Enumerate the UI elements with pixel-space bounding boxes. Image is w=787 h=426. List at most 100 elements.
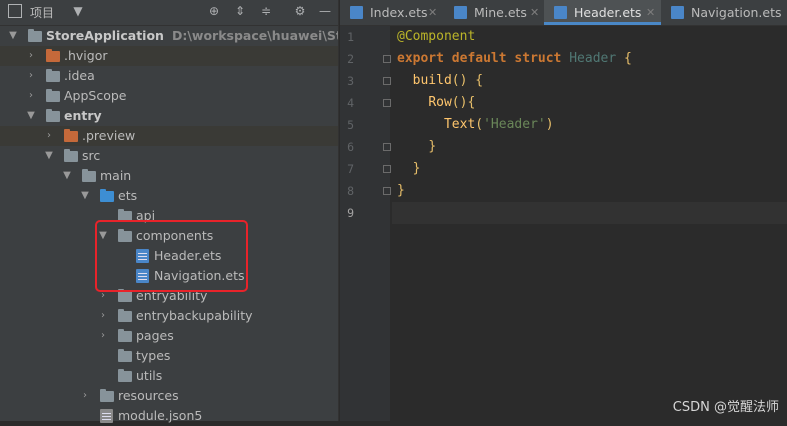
close-icon[interactable]: ✕ (428, 0, 437, 25)
tree-item-storeapplication[interactable]: ▼ StoreApplication D:\workspace\huawei\St… (0, 26, 338, 46)
tree-item-ets[interactable]: ▼ ets (0, 186, 338, 206)
ets-file-icon (554, 6, 567, 19)
tab-index-ets[interactable]: Index.ets ✕ (340, 0, 444, 25)
current-line-highlight (392, 202, 787, 224)
project-view-icon[interactable] (8, 4, 22, 18)
line-number: 5 (347, 118, 354, 132)
tree-item-hvigor[interactable]: › .hvigor (0, 46, 338, 66)
tab-label: Navigation.ets (691, 5, 782, 20)
tree-item-label: utils (136, 368, 163, 383)
folder-icon (118, 369, 132, 382)
fold-marker-icon[interactable] (383, 143, 391, 151)
tree-item-label: resources (118, 388, 179, 403)
line-number: 6 (347, 140, 354, 154)
tree-item-utils[interactable]: utils (0, 366, 338, 386)
tree-item-main[interactable]: ▼ main (0, 166, 338, 186)
locate-icon[interactable]: ⊕ (206, 3, 222, 19)
fold-marker-icon[interactable] (383, 55, 391, 63)
tree-item-idea[interactable]: › .idea (0, 66, 338, 86)
folder-icon (118, 309, 132, 322)
tab-label: Header.ets (574, 5, 642, 20)
chevron-right-icon[interactable]: › (44, 126, 54, 146)
tree-item-label: ets (118, 188, 138, 203)
tree-item-label: module.json5 (118, 408, 203, 423)
tree-item-label: .idea (64, 68, 95, 83)
close-icon[interactable]: ✕ (530, 0, 539, 25)
expand-all-icon[interactable]: ⇕ (232, 3, 248, 19)
tree-item-label: types (136, 348, 171, 363)
code-line-6: } (397, 136, 436, 158)
collapse-all-icon[interactable]: ≑ (258, 3, 274, 19)
chevron-down-icon[interactable]: ▼ (44, 146, 54, 166)
chevron-down-icon[interactable]: ▼ (26, 106, 36, 126)
function-token: build (412, 73, 452, 88)
tab-mine-ets[interactable]: Mine.ets ✕ (444, 0, 544, 25)
fold-marker-icon[interactable] (383, 187, 391, 195)
code-line-5: Text('Header') (397, 114, 554, 136)
line-number-gutter: 1 2 3 4 5 6 7 8 9 (340, 26, 391, 421)
watermark-text: CSDN @觉醒法师 (672, 400, 779, 415)
keyword-token: export (397, 51, 444, 66)
editor-panel: Index.ets ✕ Mine.ets ✕ Header.ets ✕ Navi… (340, 0, 787, 421)
editor-tabs: Index.ets ✕ Mine.ets ✕ Header.ets ✕ Navi… (340, 0, 787, 26)
tree-item-label: entry (64, 108, 102, 123)
ets-file-icon (350, 6, 363, 19)
chevron-right-icon[interactable]: › (26, 46, 36, 66)
tab-label: Mine.ets (474, 5, 527, 20)
module-folder-icon (46, 109, 60, 122)
tree-item-preview[interactable]: › .preview (0, 126, 338, 146)
code-line-2: export default struct Header { (397, 48, 632, 70)
tab-header-ets[interactable]: Header.ets ✕ (544, 0, 661, 25)
chevron-right-icon[interactable]: › (80, 386, 90, 406)
tree-item-label: src (82, 148, 101, 163)
chevron-down-icon[interactable]: ▼ (80, 186, 90, 206)
tree-item-entry[interactable]: ▼ entry (0, 106, 338, 126)
tree-item-appscope[interactable]: › AppScope (0, 86, 338, 106)
project-panel-title[interactable]: 项目 (30, 4, 54, 21)
line-number: 4 (347, 96, 354, 110)
tree-item-module-json5[interactable]: module.json5 (0, 406, 338, 426)
tree-item-label: AppScope (64, 88, 127, 103)
tree-item-resources[interactable]: › resources (0, 386, 338, 406)
chevron-down-icon[interactable]: ▼ (62, 166, 72, 186)
code-line-3: build() { (397, 70, 483, 92)
project-panel: 项目 ▼ ⊕ ⇕ ≑ ⚙ — ▼ StoreApplication D:\work… (0, 0, 338, 423)
line-number: 9 (347, 206, 354, 220)
chevron-down-icon[interactable]: ▼ (8, 26, 18, 46)
brace-token: } (412, 161, 421, 176)
brace-token: { (624, 51, 632, 66)
brace-token: } (428, 139, 437, 154)
chevron-right-icon[interactable]: › (26, 86, 36, 106)
folder-icon (118, 289, 132, 302)
close-icon[interactable]: ✕ (646, 0, 655, 25)
tree-item-entrybackupability[interactable]: › entrybackupability (0, 306, 338, 326)
brace-token: } (397, 183, 405, 198)
fold-marker-icon[interactable] (383, 99, 391, 107)
project-folder-icon (28, 29, 42, 42)
code-line-1: @Component (397, 26, 475, 48)
tree-item-src[interactable]: ▼ src (0, 146, 338, 166)
source-folder-icon (100, 189, 114, 202)
punct-token: ( (475, 117, 484, 132)
tab-navigation-ets[interactable]: Navigation.ets (661, 0, 787, 25)
function-token: Text (443, 117, 476, 132)
line-number: 1 (347, 30, 354, 44)
punct-token: (){ (451, 95, 476, 110)
fold-marker-icon[interactable] (383, 165, 391, 173)
fold-marker-icon[interactable] (383, 77, 391, 85)
tree-item-types[interactable]: types (0, 346, 338, 366)
folder-icon (82, 169, 96, 182)
tree-item-pages[interactable]: › pages (0, 326, 338, 346)
chevron-right-icon[interactable]: › (98, 306, 108, 326)
dropdown-arrow-icon[interactable]: ▼ (70, 3, 86, 19)
chevron-right-icon[interactable]: › (98, 326, 108, 346)
code-line-4: Row(){ (397, 92, 475, 114)
project-path: D:\workspace\huawei\StoreApp (171, 28, 338, 43)
gear-icon[interactable]: ⚙ (292, 3, 308, 19)
type-name-token: Header (569, 51, 617, 66)
ets-file-icon (454, 6, 467, 19)
chevron-right-icon[interactable]: › (26, 66, 36, 86)
hide-panel-icon[interactable]: — (317, 3, 333, 19)
tab-label: Index.ets (370, 5, 428, 20)
highlight-box (95, 220, 248, 292)
